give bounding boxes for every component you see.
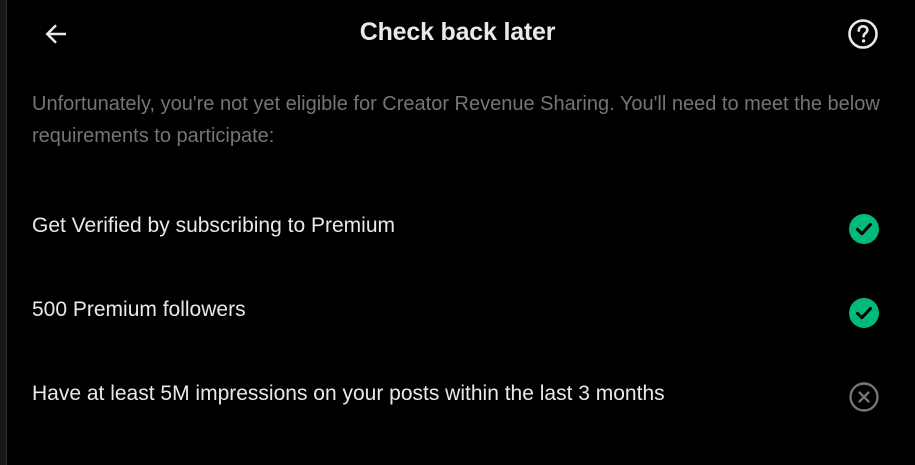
question-circle-icon — [848, 19, 878, 49]
help-button[interactable] — [843, 14, 883, 54]
page-title: Check back later — [359, 18, 556, 46]
header: Check back later — [0, 0, 915, 68]
x-circle-icon — [849, 382, 879, 412]
requirement-label: 500 Premium followers — [32, 298, 246, 321]
check-circle-icon — [849, 214, 879, 244]
eligibility-description: Unfortunately, you're not yet eligible f… — [32, 93, 880, 147]
requirement-item: Have at least 5M impressions on your pos… — [0, 355, 915, 439]
check-circle-icon — [849, 298, 879, 328]
requirement-item: Get Verified by subscribing to Premium — [0, 187, 915, 271]
requirement-label: Get Verified by subscribing to Premium — [32, 214, 395, 237]
requirement-label: Have at least 5M impressions on your pos… — [32, 382, 665, 405]
requirement-item: 500 Premium followers — [0, 271, 915, 355]
requirements-list: Get Verified by subscribing to Premium 5… — [0, 187, 915, 439]
